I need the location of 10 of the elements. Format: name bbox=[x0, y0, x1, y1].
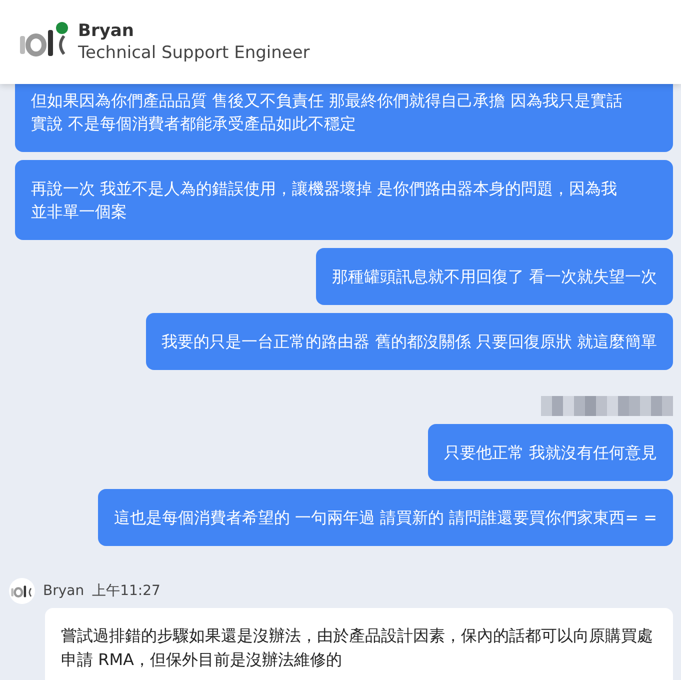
message-bubble: 再說一次 我並不是人為的錯誤使用，讓機器壞掉 是你們路由器本身的問題，因為我並非單一個案 bbox=[15, 160, 673, 240]
contact-name: Bryan bbox=[78, 21, 135, 41]
sender-name: Bryan bbox=[43, 583, 84, 599]
message-bubble: 只要他正常 我就沒有任何意見 bbox=[428, 424, 673, 481]
message-bubble: 那種罐頭訊息就不用回復了 看一次就失望一次 bbox=[316, 248, 673, 305]
message-time: 上午11:27 bbox=[92, 582, 160, 600]
message-bubble: 嘗試過排錯的步驟如果還是沒辦法，由於產品設計因素，保內的話都可以向原購買處申請 RMA，但保外目前是沒辦法維修的 bbox=[45, 608, 673, 680]
message-bubble: 我要的只是一台正常的路由器 舊的都沒關係 只要回復原狀 就這麼簡單 bbox=[146, 313, 673, 370]
message-bubble: 這也是每個消費者希望的 一句兩年過 請買新的 請問誰還要買你們家東西= = bbox=[98, 489, 673, 546]
contact-title: Technical Support Engineer bbox=[78, 43, 310, 63]
